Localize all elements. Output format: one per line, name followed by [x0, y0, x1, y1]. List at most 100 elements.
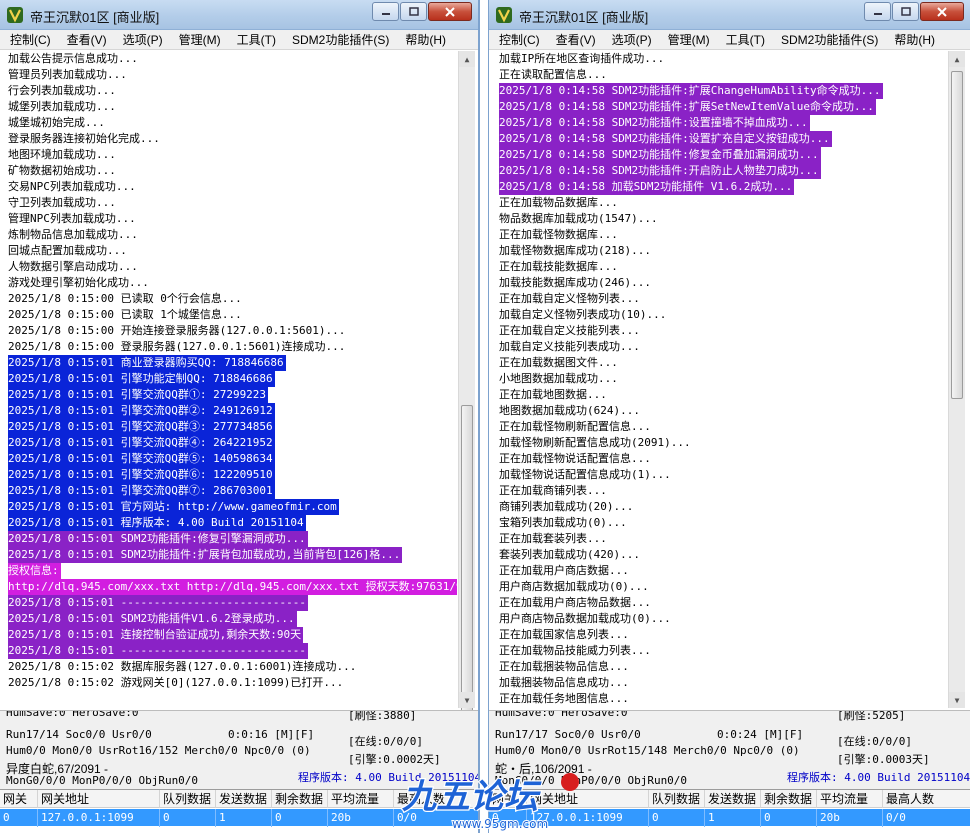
menu-help[interactable]: 帮助(H) — [405, 31, 446, 48]
menu-control[interactable]: 控制(C) — [499, 31, 540, 48]
cell-gate: 0 — [0, 809, 38, 827]
log-line: 加载怪物数据库成功(218)... — [497, 243, 947, 259]
menu-control[interactable]: 控制(C) — [10, 31, 51, 48]
col-send-data[interactable]: 发送数据 — [705, 790, 761, 808]
scroll-thumb[interactable] — [951, 71, 963, 399]
log-line-text: 2025/1/8 0:14:58 SDM2功能插件:设置扩充自定义按钮成功... — [499, 131, 832, 147]
log-line: 正在加载捆装物品信息... — [497, 659, 947, 675]
menu-view[interactable]: 查看(V) — [67, 31, 107, 48]
log-line: 2025/1/8 0:15:01 引擎交流QQ群⑦: 286703001 — [6, 483, 457, 499]
col-remaining-data[interactable]: 剩余数据 — [761, 790, 817, 808]
spawn-count: [刷怪:3880] — [348, 710, 417, 722]
log-line-text: 小地图数据加载成功... — [499, 372, 618, 385]
close-button[interactable] — [920, 2, 964, 21]
col-max-users[interactable]: 最高人数 — [883, 790, 970, 808]
log-line-text: 加载自定义技能列表成功... — [499, 340, 640, 353]
log-line-text: 加载公告提示信息成功... — [8, 52, 138, 65]
col-queue-data[interactable]: 队列数据 — [649, 790, 705, 808]
log-line: 加载自定义怪物列表成功(10)... — [497, 307, 947, 323]
log-line-text: 2025/1/8 0:15:01 商业登录器购买QQ: 718846686 — [8, 355, 286, 371]
log-line: 商铺列表加载成功(20)... — [497, 499, 947, 515]
log-line: 2025/1/8 0:15:00 开始连接登录服务器(127.0.0.1:560… — [6, 323, 457, 339]
menu-sdm2-plugin[interactable]: SDM2功能插件(S) — [292, 31, 389, 48]
col-avg-traffic[interactable]: 平均流量 — [817, 790, 883, 808]
maximize-button[interactable] — [892, 2, 919, 21]
scroll-up-arrow-icon[interactable]: ▲ — [949, 51, 965, 67]
scroll-thumb[interactable] — [461, 405, 473, 737]
log-line: 正在加载用户商店物品数据... — [497, 595, 947, 611]
col-queue-data[interactable]: 队列数据 — [160, 790, 216, 808]
cell-avg-traffic: 20b — [817, 809, 883, 827]
log-line: 2025/1/8 0:14:58 SDM2功能插件:设置扩充自定义按钮成功... — [497, 131, 947, 147]
uptime: 0:0:16 [M][F] — [228, 728, 315, 741]
maximize-icon — [900, 7, 911, 16]
log-line: 套装列表加载成功(420)... — [497, 547, 947, 563]
log-line-text: 城堡城初始完成... — [8, 116, 105, 129]
log-line: 2025/1/8 0:15:01 SDM2功能插件:修复引擎漏洞成功... — [6, 531, 457, 547]
log-line: 加载技能数据库成功(246)... — [497, 275, 947, 291]
log-line-text: 正在加载自定义怪物列表... — [499, 292, 640, 305]
server-log[interactable]: 加载公告提示信息成功... 管理员列表加载成功... 行会列表加载成功... 城堡列表… — [6, 51, 457, 708]
log-line-text: 加载IP所在地区查询插件成功... — [499, 52, 665, 65]
title-bar[interactable]: 帝王沉默01区 [商业版] — [489, 0, 970, 30]
scroll-up-arrow-icon[interactable]: ▲ — [459, 51, 475, 67]
scroll-down-arrow-icon[interactable]: ▼ — [459, 692, 475, 708]
log-line-text: 登录服务器连接初始化完成... — [8, 132, 160, 145]
scroll-down-arrow-icon[interactable]: ▼ — [949, 692, 965, 708]
log-line: 地图环境加载成功... — [6, 147, 457, 163]
log-line: 正在加载物品数据库... — [497, 195, 947, 211]
log-line: 2025/1/8 0:15:01 引擎交流QQ群⑤: 140598634 — [6, 451, 457, 467]
log-line-text: 正在加载数据图文件... — [499, 356, 618, 369]
log-line-text: 正在加载怪物数据库... — [499, 228, 618, 241]
minimize-button[interactable] — [864, 2, 891, 21]
log-line-text: 守卫列表加载成功... — [8, 196, 116, 209]
log-line-text: 加载自定义怪物列表成功(10)... — [499, 308, 667, 321]
menu-sdm2-plugin[interactable]: SDM2功能插件(S) — [781, 31, 878, 48]
cell-queue-data: 0 — [160, 809, 216, 827]
spawn-count: [刷怪:5205] — [837, 710, 906, 722]
log-line-text: 加载捆装物品信息成功... — [499, 676, 629, 689]
program-version: 程序版本: 4.00 Build 20151104 — [787, 771, 970, 784]
col-send-data[interactable]: 发送数据 — [216, 790, 272, 808]
left-server-window: 帝王沉默01区 [商业版] 控制(C) 查看(V) 选项(P) 管理(M) 工具… — [0, 0, 480, 833]
log-line-text: 2025/1/8 0:14:58 SDM2功能插件:修复金币叠加漏洞成功... — [499, 147, 821, 163]
log-scrollbar[interactable]: ▲ ▼ — [948, 51, 965, 708]
col-gate-address[interactable]: 网关地址 — [38, 790, 160, 808]
menu-tools[interactable]: 工具(T) — [237, 31, 276, 48]
log-line-text: 矿物数据初始成功... — [8, 164, 116, 177]
log-line-text: 2025/1/8 0:15:01 引擎交流QQ群②: 249126912 — [8, 403, 275, 419]
col-gate[interactable]: 网关 — [0, 790, 38, 808]
minimize-button[interactable] — [372, 2, 399, 21]
server-log[interactable]: 加载IP所在地区查询插件成功... 正在读取配置信息... 2025/1/8 0:1… — [497, 51, 947, 708]
right-server-window: 帝王沉默01区 [商业版] 控制(C) 查看(V) 选项(P) 管理(M) 工具… — [488, 0, 970, 833]
log-scrollbar[interactable]: ▲ ▼ — [458, 51, 475, 737]
log-line: 加载自定义技能列表成功... — [497, 339, 947, 355]
log-line-text: 2025/1/8 0:15:01 连接控制台验证成功,剩余天数:90天 — [8, 627, 304, 643]
menu-options[interactable]: 选项(P) — [612, 31, 652, 48]
log-line-text: 2025/1/8 0:15:01 引擎交流QQ群⑦: 286703001 — [8, 483, 275, 499]
log-line-text: 正在加载国家信息列表... — [499, 628, 629, 641]
cell-remaining-data: 0 — [761, 809, 817, 827]
title-bar[interactable]: 帝王沉默01区 [商业版] — [0, 0, 478, 30]
log-line: 2025/1/8 0:15:01 连接控制台验证成功,剩余天数:90天 — [6, 627, 457, 643]
log-line: 管理员列表加载成功... — [6, 67, 457, 83]
col-remaining-data[interactable]: 剩余数据 — [272, 790, 328, 808]
close-button[interactable] — [428, 2, 472, 21]
log-line-text: 正在加载物品技能威力列表... — [499, 644, 651, 657]
cell-avg-traffic: 20b — [328, 809, 394, 827]
menu-view[interactable]: 查看(V) — [556, 31, 596, 48]
maximize-icon — [408, 7, 419, 16]
menu-help[interactable]: 帮助(H) — [894, 31, 935, 48]
log-line-text: 正在加载自定义技能列表... — [499, 324, 640, 337]
log-line: 城堡城初始完成... — [6, 115, 457, 131]
watermark-url: www.95gm.com — [452, 817, 548, 831]
menu-options[interactable]: 选项(P) — [123, 31, 163, 48]
menu-manage[interactable]: 管理(M) — [179, 31, 221, 48]
minimize-icon — [873, 12, 882, 15]
menu-tools[interactable]: 工具(T) — [726, 31, 765, 48]
log-line-text: 2025/1/8 0:15:02 游戏网关[0](127.0.0.1:1099)… — [8, 676, 344, 689]
col-avg-traffic[interactable]: 平均流量 — [328, 790, 394, 808]
maximize-button[interactable] — [400, 2, 427, 21]
menu-manage[interactable]: 管理(M) — [668, 31, 710, 48]
log-line-text: 正在加载用户商店数据... — [499, 564, 629, 577]
